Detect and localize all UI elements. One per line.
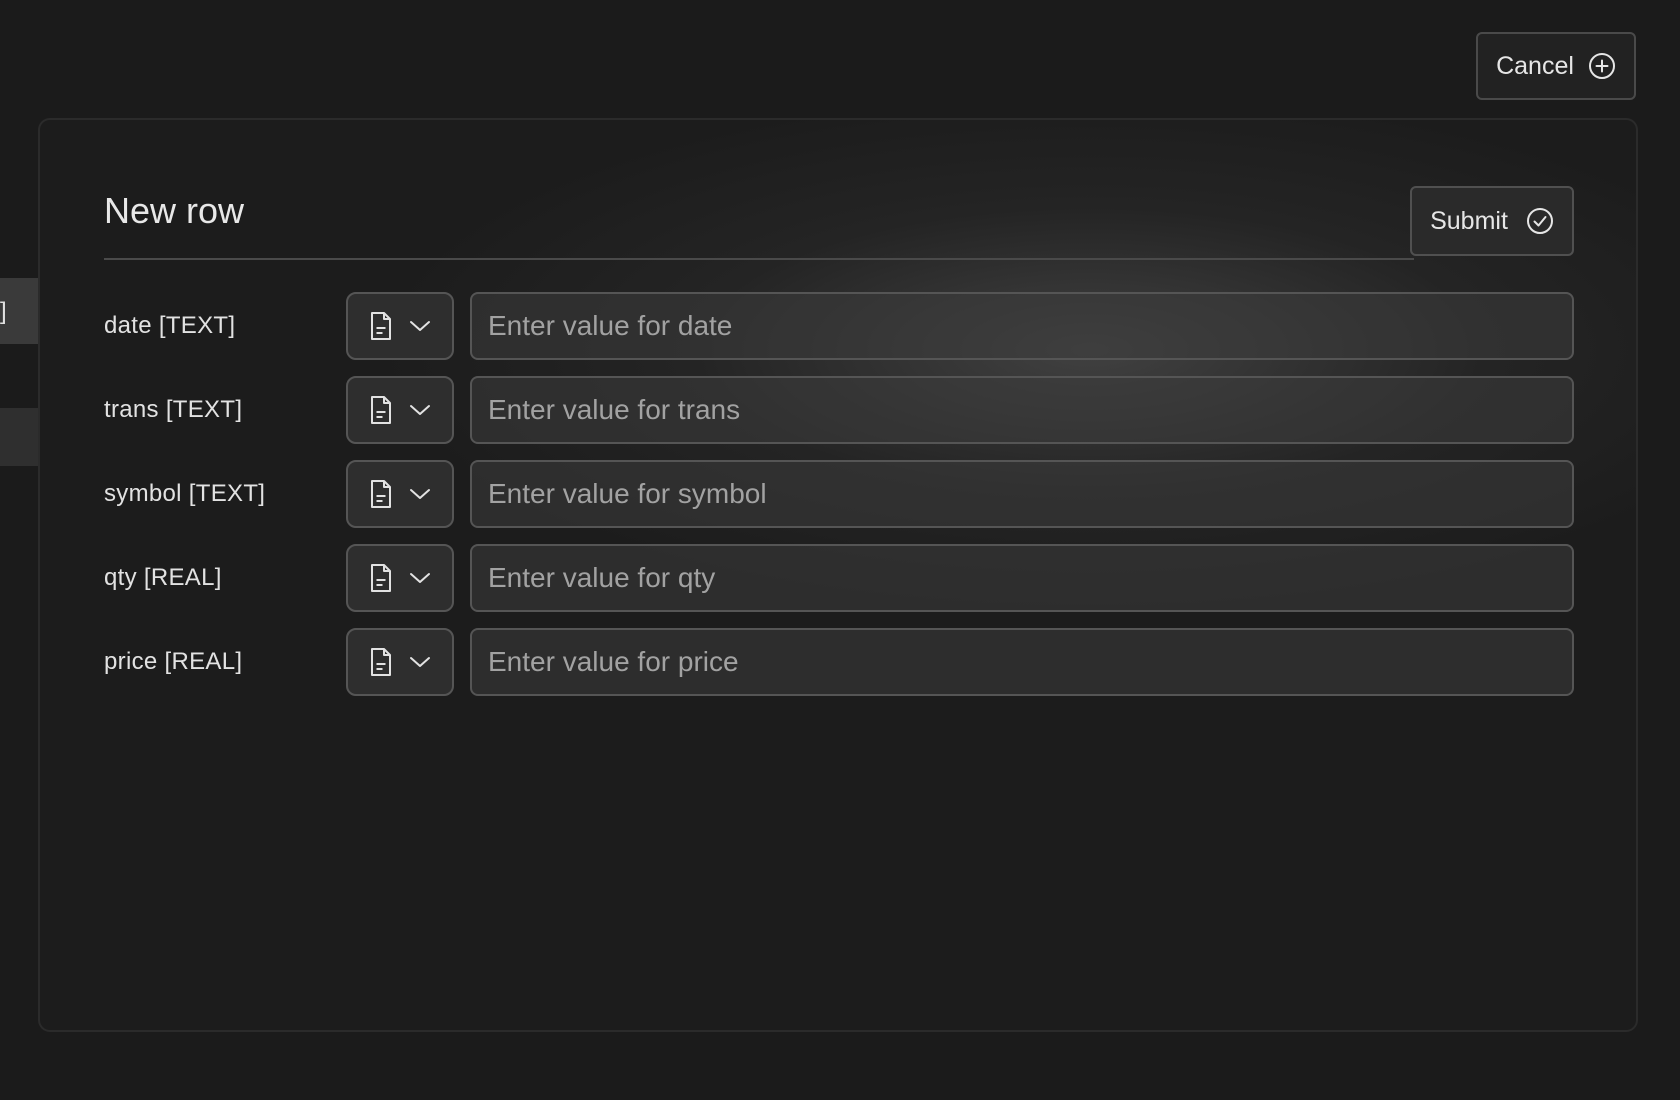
field-row-symbol: symbol [TEXT] — [104, 460, 1574, 528]
field-row-trans: trans [TEXT] — [104, 376, 1574, 444]
field-label: date [TEXT] — [104, 312, 236, 339]
type-select-button[interactable] — [346, 544, 454, 612]
chevron-down-icon — [408, 566, 432, 590]
plus-circle-icon — [1588, 52, 1616, 80]
value-input-symbol[interactable] — [470, 460, 1574, 528]
field-row-date: date [TEXT] — [104, 292, 1574, 360]
background-list-item-selected[interactable]: ] — [0, 278, 38, 344]
file-text-icon — [368, 563, 394, 593]
field-row-qty: qty [REAL] — [104, 544, 1574, 612]
field-row-price: price [REAL] — [104, 628, 1574, 696]
type-select-button[interactable] — [346, 376, 454, 444]
file-text-icon — [368, 311, 394, 341]
file-text-icon — [368, 647, 394, 677]
type-select-button[interactable] — [346, 460, 454, 528]
chevron-down-icon — [408, 650, 432, 674]
dialog-title: New row — [104, 190, 245, 231]
cancel-button[interactable]: Cancel — [1476, 32, 1636, 100]
submit-label: Submit — [1430, 206, 1508, 235]
check-circle-icon — [1526, 207, 1554, 235]
chevron-down-icon — [408, 314, 432, 338]
background-item-fragment: ] — [0, 298, 7, 325]
field-label: qty [REAL] — [104, 564, 222, 591]
value-input-trans[interactable] — [470, 376, 1574, 444]
file-text-icon — [368, 479, 394, 509]
value-input-price[interactable] — [470, 628, 1574, 696]
chevron-down-icon — [408, 398, 432, 422]
background-list-item[interactable] — [0, 408, 38, 466]
chevron-down-icon — [408, 482, 432, 506]
type-select-button[interactable] — [346, 292, 454, 360]
file-text-icon — [368, 395, 394, 425]
value-input-date[interactable] — [470, 292, 1574, 360]
field-label: trans [TEXT] — [104, 396, 243, 423]
type-select-button[interactable] — [346, 628, 454, 696]
new-row-dialog: New row Submit date [TEXT] Enter value f… — [38, 118, 1638, 1032]
submit-button[interactable]: Submit — [1410, 186, 1574, 256]
value-input-qty[interactable] — [470, 544, 1574, 612]
app-root: ] Cancel New row Submit date [TEXT] Ente… — [0, 0, 1680, 1100]
field-label: price [REAL] — [104, 648, 243, 675]
title-divider — [104, 258, 1414, 260]
cancel-label: Cancel — [1496, 51, 1574, 80]
field-label: symbol [TEXT] — [104, 480, 266, 507]
